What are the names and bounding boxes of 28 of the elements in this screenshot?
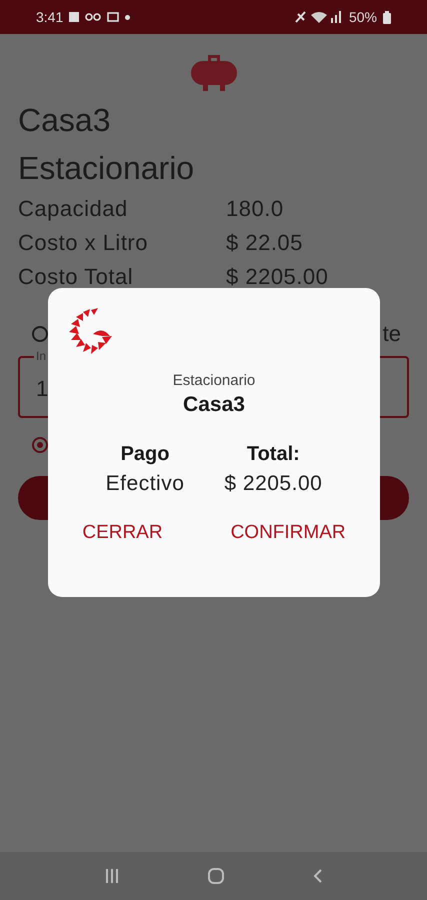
detail-label: Costo x Litro (18, 229, 149, 257)
tank-type: Estacionario (18, 149, 196, 188)
column-value: Efectivo (106, 472, 184, 496)
dialog-subtitle: Estacionario (172, 372, 256, 389)
column-heading: Total: (246, 443, 300, 466)
column-value: $ 2205.00 (224, 472, 322, 496)
detail-label: Capacidad (18, 195, 129, 223)
battery-icon (383, 10, 391, 24)
location-title: Casa3 (18, 101, 112, 140)
voicemail-icon (85, 13, 102, 21)
battery-level: 50% (348, 9, 377, 25)
signal-icons (294, 10, 343, 24)
image-icon (69, 12, 80, 22)
option-label: te (382, 321, 401, 347)
dialog-title: Casa3 (183, 393, 245, 417)
back-icon[interactable] (312, 868, 324, 884)
detail-value: $ 2205.00 (226, 263, 328, 291)
dialog-button[interactable]: CONFIRMAR (230, 518, 346, 548)
column-heading: Pago (120, 443, 170, 466)
dialog-button[interactable]: CERRAR (82, 518, 163, 548)
dot-icon (125, 14, 130, 20)
status-time: 3:41 (36, 9, 64, 25)
home-icon[interactable] (206, 867, 224, 885)
detail-value: $ 22.05 (226, 229, 303, 257)
recent-apps-icon[interactable] (104, 868, 120, 884)
detail-label: Costo Total (18, 263, 134, 291)
detail-value: 180.0 (226, 195, 284, 223)
gas-tank-icon (188, 52, 238, 92)
